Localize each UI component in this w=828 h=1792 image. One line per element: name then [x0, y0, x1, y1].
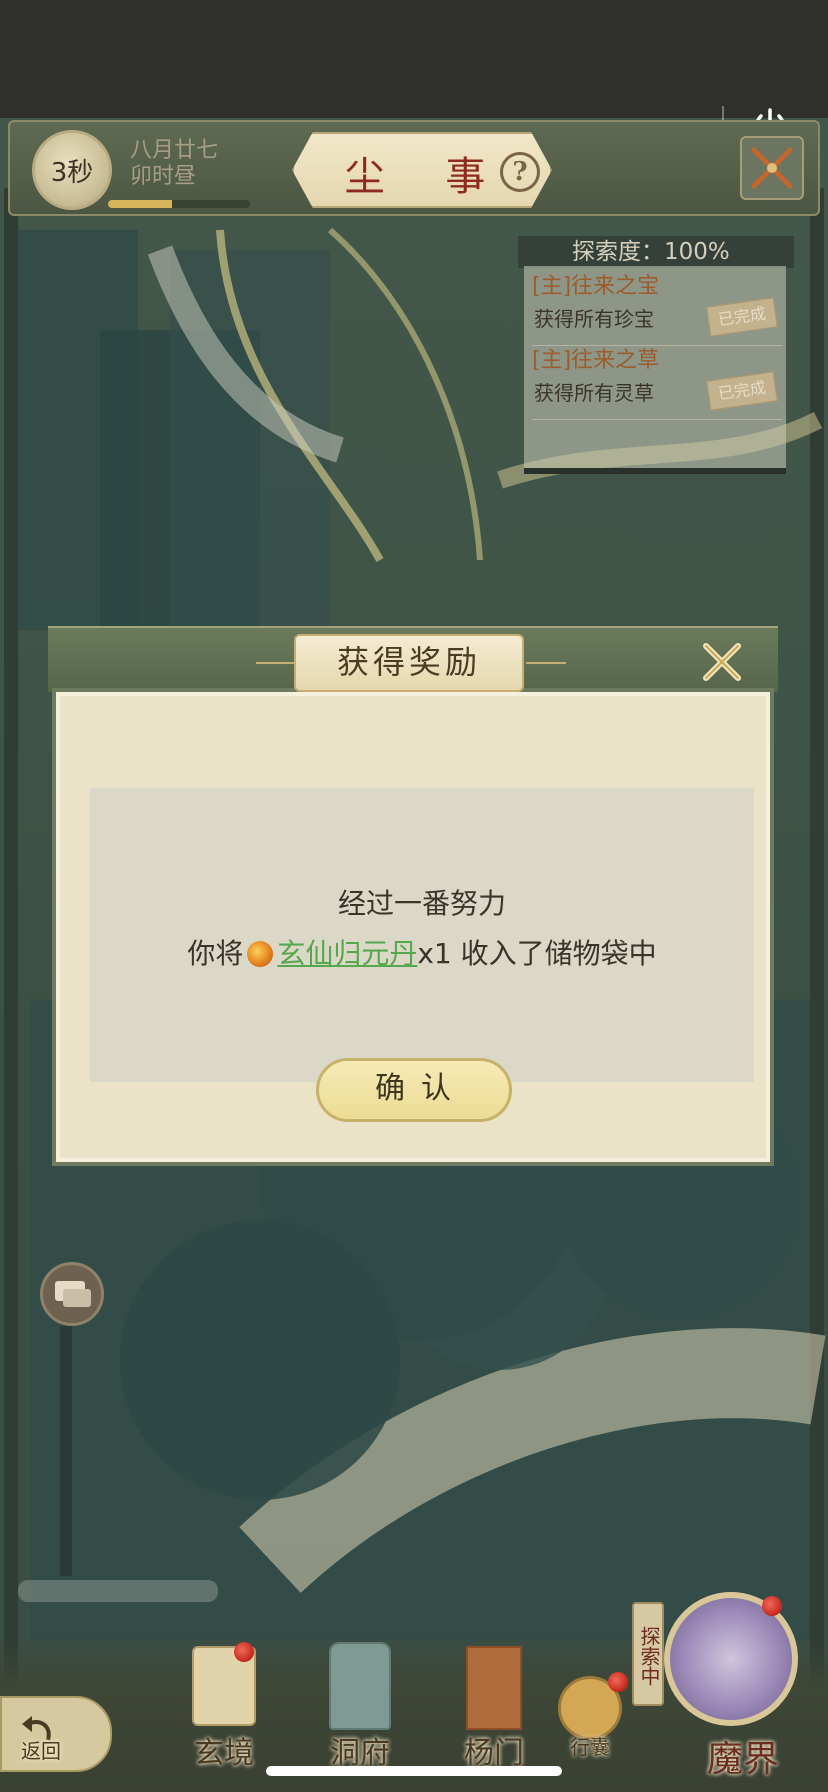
exploring-tag: 探索中: [632, 1602, 664, 1706]
back-button[interactable]: 返回: [0, 1652, 112, 1772]
message-suffix: x1 收入了储物袋中: [417, 937, 657, 970]
nav-bag[interactable]: 行囊: [550, 1662, 630, 1772]
heading-ornament-left: [256, 662, 296, 664]
item-link[interactable]: 玄仙归元丹: [277, 937, 417, 970]
realm-portrait-button[interactable]: 探索中 魔界: [632, 1592, 814, 1782]
banner-icon: [466, 1646, 522, 1730]
heading-ornament-right: [526, 662, 566, 664]
nav-dongfu[interactable]: 洞府: [310, 1642, 410, 1772]
reward-dialog: 经过一番努力 你将 玄仙归元丹x1 收入了储物袋中 获得奖励 确认: [48, 626, 778, 1166]
close-icon[interactable]: [698, 638, 746, 686]
notification-dot: [234, 1642, 254, 1662]
message-line-2: 你将 玄仙归元丹x1 收入了储物袋中: [90, 936, 754, 972]
message-prefix: 你将: [187, 937, 244, 970]
realm-label: 魔界: [706, 1739, 779, 1780]
notification-dot: [608, 1672, 628, 1692]
nav-xuanjing[interactable]: 玄境: [174, 1642, 274, 1772]
pill-icon: [247, 941, 274, 967]
message-box: 经过一番努力 你将 玄仙归元丹x1 收入了储物袋中: [90, 788, 754, 1082]
nav-label: 行囊: [570, 1735, 610, 1759]
pavilion-icon: [329, 1642, 391, 1730]
confirm-button[interactable]: 确认: [316, 1058, 512, 1122]
notification-dot: [762, 1596, 782, 1616]
home-indicator: [266, 1766, 562, 1776]
nav-yangmen[interactable]: 杨门: [444, 1642, 544, 1772]
nav-label: 玄境: [194, 1736, 254, 1771]
back-label: 返回: [21, 1739, 61, 1763]
message-line-1: 经过一番努力: [337, 887, 506, 920]
dialog-title: 获得奖励: [336, 643, 481, 681]
